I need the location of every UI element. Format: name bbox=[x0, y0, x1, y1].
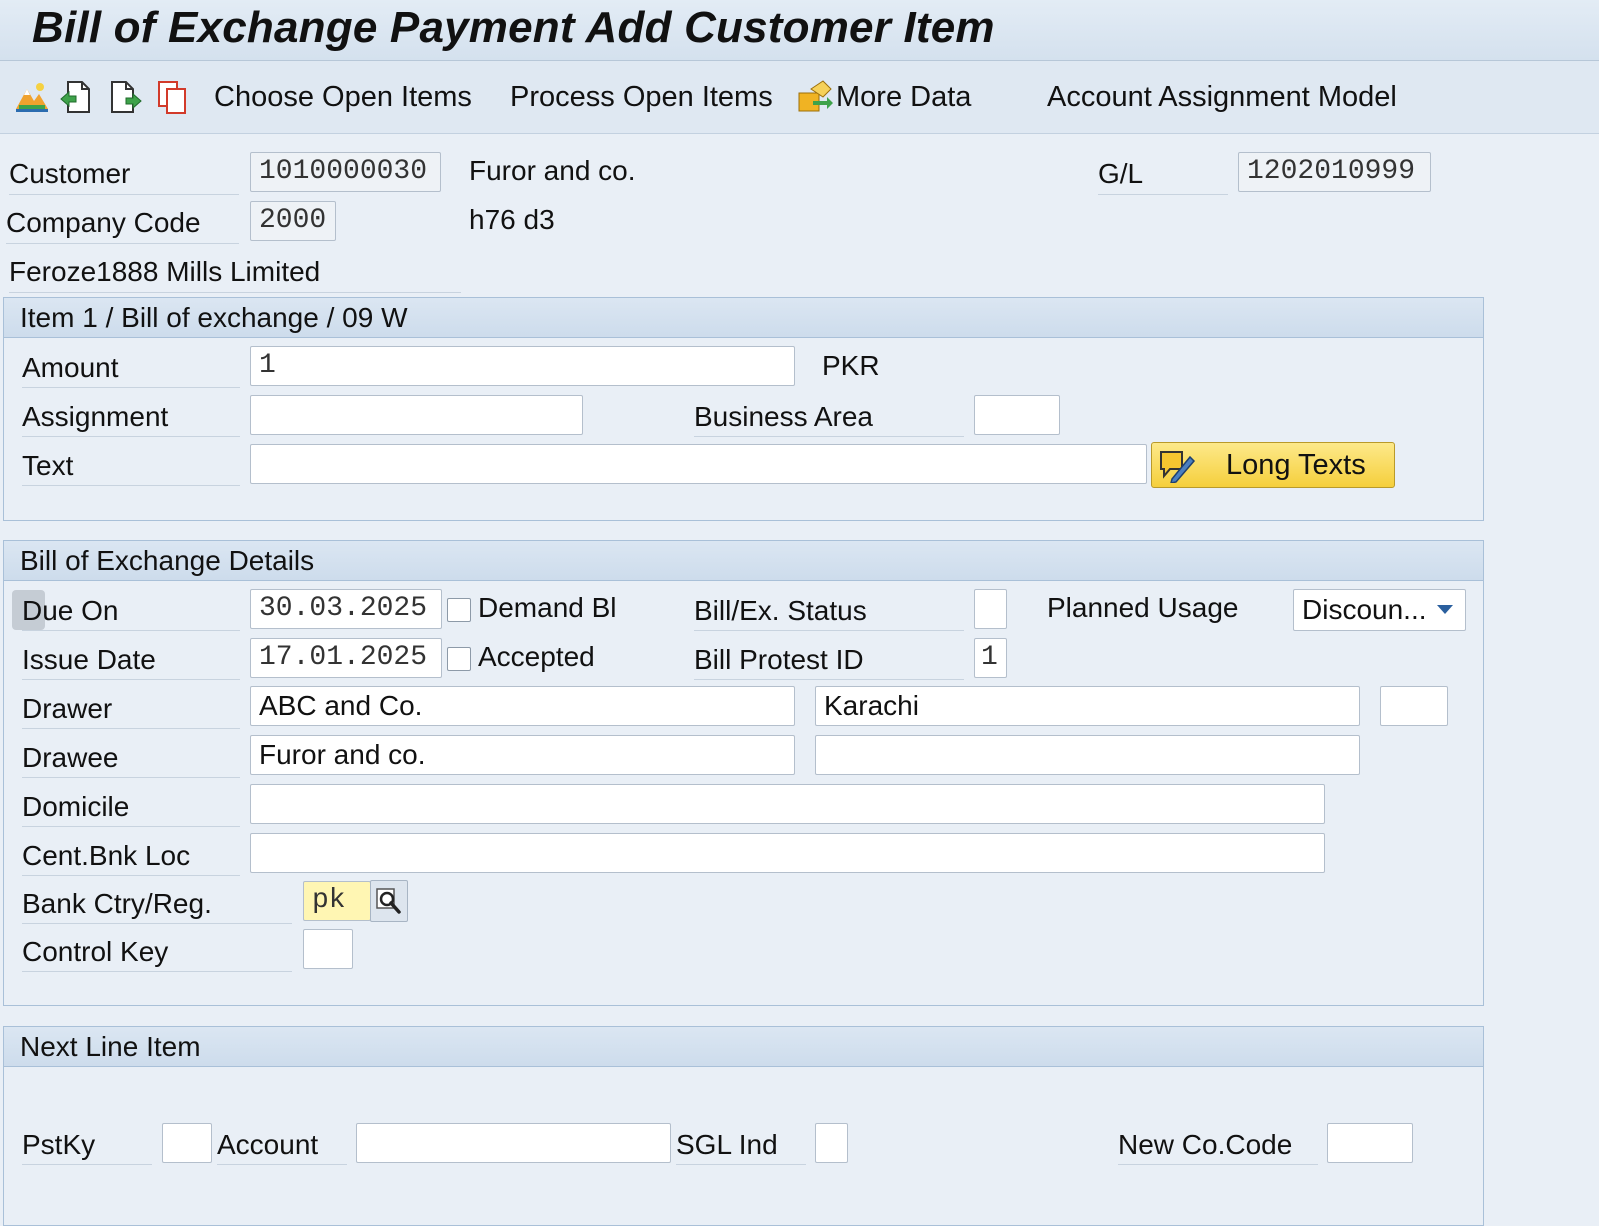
choose-open-items-button[interactable]: Choose Open Items bbox=[214, 61, 472, 133]
account-input[interactable] bbox=[356, 1123, 671, 1163]
text-label: Text bbox=[22, 445, 240, 486]
customer-name: Furor and co. bbox=[469, 155, 636, 186]
item-group-title: Item 1 / Bill of exchange / 09 W bbox=[4, 298, 1483, 338]
page-title: Bill of Exchange Payment Add Customer It… bbox=[32, 3, 995, 52]
bill-protest-label: Bill Protest ID bbox=[694, 639, 964, 680]
control-key-label: Control Key bbox=[22, 931, 292, 972]
demand-bill-label: Demand Bl bbox=[478, 592, 617, 623]
due-on-label: Due On bbox=[22, 590, 240, 631]
bill-status-label: Bill/Ex. Status bbox=[694, 590, 964, 631]
customer-label: Customer bbox=[9, 152, 239, 195]
posting-key-input[interactable] bbox=[162, 1123, 212, 1163]
copy-document-icon[interactable] bbox=[155, 79, 191, 115]
customer-field[interactable]: 1010000030 bbox=[250, 152, 441, 192]
drawer-name-input[interactable]: ABC and Co. bbox=[250, 686, 795, 726]
new-company-code-label: New Co.Code bbox=[1118, 1124, 1318, 1165]
control-key-input[interactable] bbox=[303, 929, 353, 969]
drawee-city-input[interactable] bbox=[815, 735, 1360, 775]
bank-country-label: Bank Ctry/Reg. bbox=[22, 883, 292, 924]
text-input[interactable] bbox=[250, 444, 1147, 484]
mountain-chart-icon[interactable] bbox=[14, 79, 50, 115]
title-bar: Bill of Exchange Payment Add Customer It… bbox=[0, 0, 1599, 61]
special-gl-indicator-label: SGL Ind bbox=[676, 1124, 806, 1165]
account-label: Account bbox=[217, 1124, 347, 1165]
bank-country-search-button[interactable] bbox=[370, 880, 408, 922]
central-bank-input[interactable] bbox=[250, 833, 1325, 873]
accepted-checkbox[interactable] bbox=[447, 647, 471, 671]
drawer-city-input[interactable]: Karachi bbox=[815, 686, 1360, 726]
boe-details-title: Bill of Exchange Details bbox=[4, 541, 1483, 581]
planned-usage-dropdown[interactable]: Discoun... bbox=[1293, 589, 1466, 631]
domicile-label: Domicile bbox=[22, 786, 240, 827]
long-text-edit-icon bbox=[1158, 449, 1196, 488]
amount-label: Amount bbox=[22, 347, 240, 388]
drawer-extra-input[interactable] bbox=[1380, 686, 1448, 726]
more-data-icon[interactable] bbox=[797, 79, 833, 115]
issue-date-label: Issue Date bbox=[22, 639, 240, 680]
assignment-label: Assignment bbox=[22, 396, 240, 437]
search-icon bbox=[375, 887, 403, 920]
drawee-label: Drawee bbox=[22, 737, 240, 778]
next-line-item-title: Next Line Item bbox=[4, 1027, 1483, 1067]
more-data-button[interactable]: More Data bbox=[836, 61, 971, 133]
drawer-label: Drawer bbox=[22, 688, 240, 729]
business-area-input[interactable] bbox=[974, 395, 1060, 435]
bill-status-input[interactable] bbox=[974, 589, 1007, 629]
company-code-label: Company Code bbox=[6, 201, 239, 244]
bill-protest-input[interactable]: 1 bbox=[974, 638, 1007, 678]
accepted-label: Accepted bbox=[478, 641, 595, 672]
document-forward-icon[interactable] bbox=[108, 79, 144, 115]
currency-label: PKR bbox=[822, 350, 880, 381]
long-texts-label: Long Texts bbox=[1226, 449, 1366, 481]
document-refresh-icon[interactable] bbox=[58, 79, 94, 115]
amount-input[interactable]: 1 bbox=[250, 346, 795, 386]
drawee-name-input[interactable]: Furor and co. bbox=[250, 735, 795, 775]
chevron-down-icon bbox=[1437, 605, 1453, 614]
planned-usage-label: Planned Usage bbox=[1047, 592, 1239, 623]
gl-account-field[interactable]: 1202010999 bbox=[1238, 152, 1431, 192]
demand-bill-checkbox[interactable] bbox=[447, 598, 471, 622]
planned-usage-value: Discoun... bbox=[1302, 594, 1427, 625]
posting-key-label: PstKy bbox=[22, 1124, 152, 1165]
issue-date-input[interactable]: 17.01.2025 bbox=[250, 638, 442, 678]
process-open-items-button[interactable]: Process Open Items bbox=[510, 61, 773, 133]
new-company-code-input[interactable] bbox=[1327, 1123, 1413, 1163]
account-assignment-model-button[interactable]: Account Assignment Model bbox=[1047, 61, 1397, 133]
bank-country-input[interactable]: pk bbox=[303, 881, 371, 921]
domicile-input[interactable] bbox=[250, 784, 1325, 824]
company-city: h76 d3 bbox=[469, 204, 555, 235]
gl-label: G/L bbox=[1098, 152, 1228, 195]
special-gl-indicator-input[interactable] bbox=[815, 1123, 848, 1163]
central-bank-label: Cent.Bnk Loc bbox=[22, 835, 240, 876]
company-code-field[interactable]: 2000 bbox=[250, 201, 336, 241]
business-area-label: Business Area bbox=[694, 396, 964, 437]
company-name: Feroze1888 Mills Limited bbox=[9, 250, 461, 293]
assignment-input[interactable] bbox=[250, 395, 583, 435]
application-toolbar: Choose Open Items Process Open Items Mor… bbox=[0, 61, 1599, 134]
due-on-input[interactable]: 30.03.2025 bbox=[250, 589, 442, 629]
long-texts-button[interactable]: Long Texts bbox=[1151, 442, 1395, 488]
